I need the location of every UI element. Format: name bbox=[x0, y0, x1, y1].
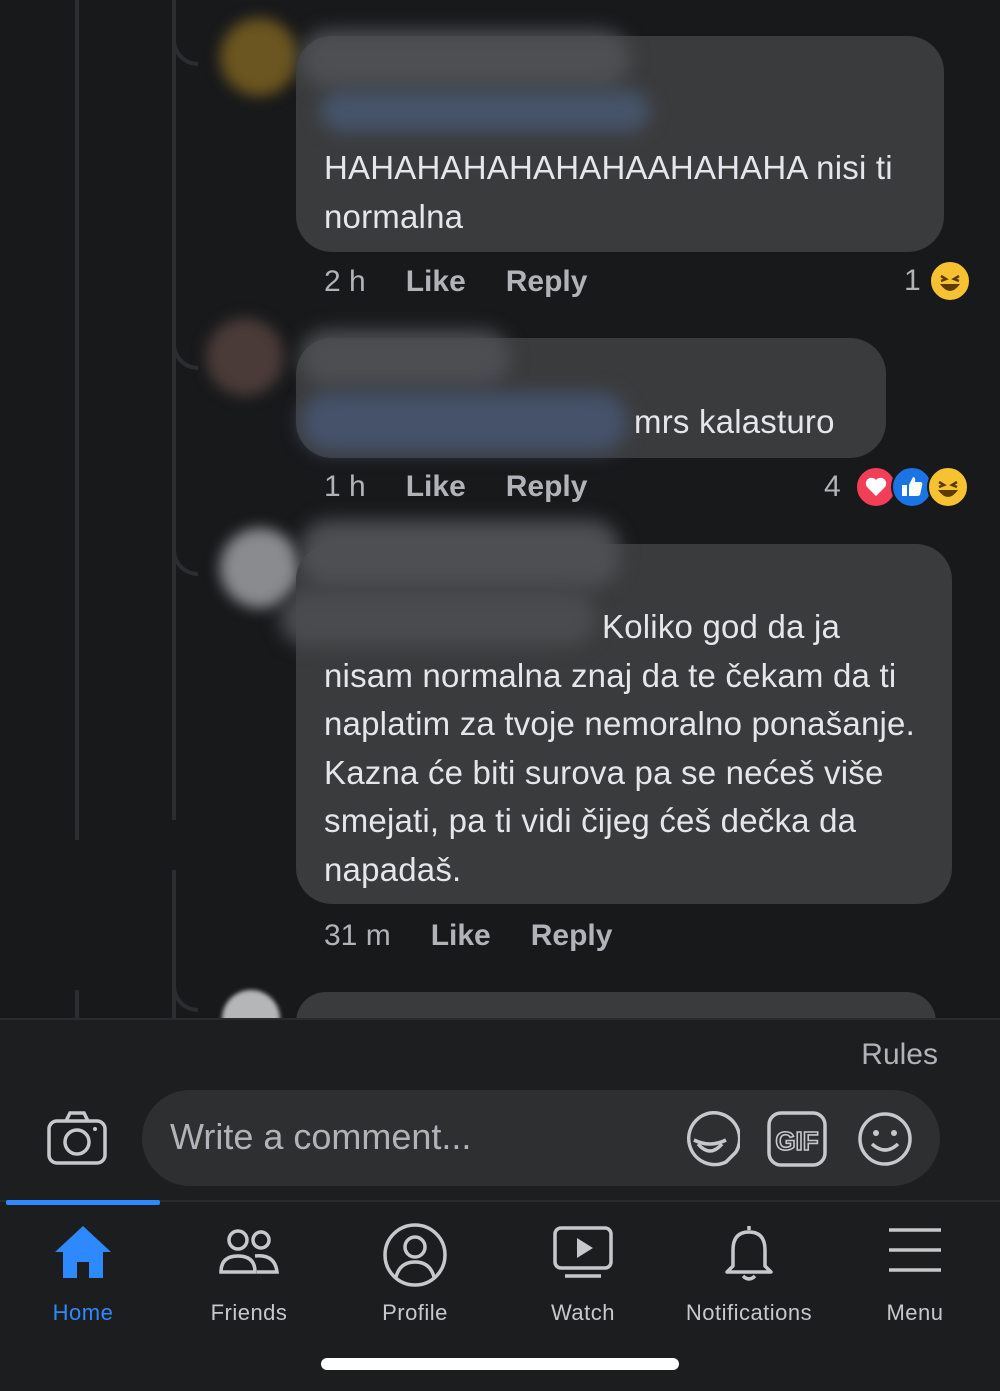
haha-reaction-icon bbox=[926, 466, 969, 508]
friends-icon bbox=[219, 1229, 279, 1274]
author-name-redacted[interactable] bbox=[300, 520, 620, 588]
author-name-redacted[interactable] bbox=[300, 330, 510, 386]
tab-label: Friends bbox=[210, 1300, 288, 1325]
comment-text: Koliko god da ja nisam normalna znaj da … bbox=[324, 608, 915, 888]
tab-label: Notifications bbox=[685, 1300, 813, 1325]
comment-meta: 2 h Like Reply bbox=[324, 262, 587, 302]
comment-text: HAHAHAHAHAHAHAAHAHAHA nisi ti normalna bbox=[324, 149, 893, 235]
author-name-redacted[interactable] bbox=[300, 30, 630, 88]
reaction-count: 4 bbox=[824, 470, 841, 503]
rules-link[interactable]: Rules bbox=[861, 1038, 938, 1072]
reaction-summary[interactable]: 4 bbox=[824, 466, 969, 508]
tab-profile[interactable]: Profile bbox=[332, 1220, 498, 1340]
like-button[interactable]: Like bbox=[406, 470, 466, 504]
reply-button[interactable]: Reply bbox=[506, 265, 588, 299]
comment-meta: 1 h Like Reply bbox=[324, 467, 587, 507]
tab-menu[interactable]: Menu bbox=[832, 1220, 998, 1340]
thread-line-outer bbox=[75, 0, 79, 840]
tab-label: Home bbox=[52, 1300, 114, 1325]
sticker-icon[interactable] bbox=[680, 1110, 742, 1168]
tab-label: Watch bbox=[550, 1300, 616, 1325]
tab-friends[interactable]: Friends bbox=[166, 1220, 332, 1340]
tab-label: Menu bbox=[886, 1300, 944, 1325]
reaction-count: 1 bbox=[904, 264, 921, 297]
tab-notifications[interactable]: Notifications bbox=[666, 1220, 832, 1340]
like-button[interactable]: Like bbox=[406, 265, 466, 299]
bell-icon bbox=[725, 1226, 773, 1281]
reaction-summary[interactable]: 1 bbox=[904, 260, 971, 302]
menu-icon bbox=[889, 1228, 941, 1272]
svg-text:GIF: GIF bbox=[775, 1126, 818, 1156]
avatar[interactable] bbox=[220, 18, 298, 96]
thread-line-inner bbox=[172, 0, 176, 820]
tab-watch[interactable]: Watch bbox=[500, 1220, 666, 1340]
reply-button[interactable]: Reply bbox=[506, 470, 588, 504]
comment-text: mrs kalasturo bbox=[634, 403, 835, 440]
camera-icon[interactable] bbox=[46, 1110, 108, 1166]
like-button[interactable]: Like bbox=[431, 919, 491, 953]
comment-meta: 31 m Like Reply bbox=[324, 916, 612, 956]
author-name-redacted[interactable] bbox=[300, 392, 628, 452]
reply-button[interactable]: Reply bbox=[531, 919, 613, 953]
watch-icon bbox=[553, 1226, 613, 1278]
gif-icon[interactable]: GIF bbox=[766, 1110, 828, 1168]
home-indicator bbox=[321, 1358, 679, 1370]
comment-time: 2 h bbox=[324, 265, 366, 298]
tab-home[interactable]: Home bbox=[0, 1220, 166, 1340]
profile-icon bbox=[383, 1223, 447, 1287]
home-icon bbox=[55, 1226, 111, 1278]
tab-label: Profile bbox=[382, 1300, 448, 1325]
thread-line-outer-lower bbox=[75, 990, 79, 1018]
emoji-icon[interactable] bbox=[856, 1110, 914, 1168]
comment-time: 31 m bbox=[324, 919, 391, 952]
active-tab-indicator bbox=[6, 1200, 160, 1205]
avatar[interactable] bbox=[220, 528, 300, 608]
author-name-redacted[interactable] bbox=[320, 90, 650, 132]
comment-time: 1 h bbox=[324, 470, 366, 503]
avatar[interactable] bbox=[206, 318, 284, 396]
haha-reaction-icon bbox=[928, 260, 971, 302]
comment-placeholder: Write a comment... bbox=[170, 1116, 472, 1157]
